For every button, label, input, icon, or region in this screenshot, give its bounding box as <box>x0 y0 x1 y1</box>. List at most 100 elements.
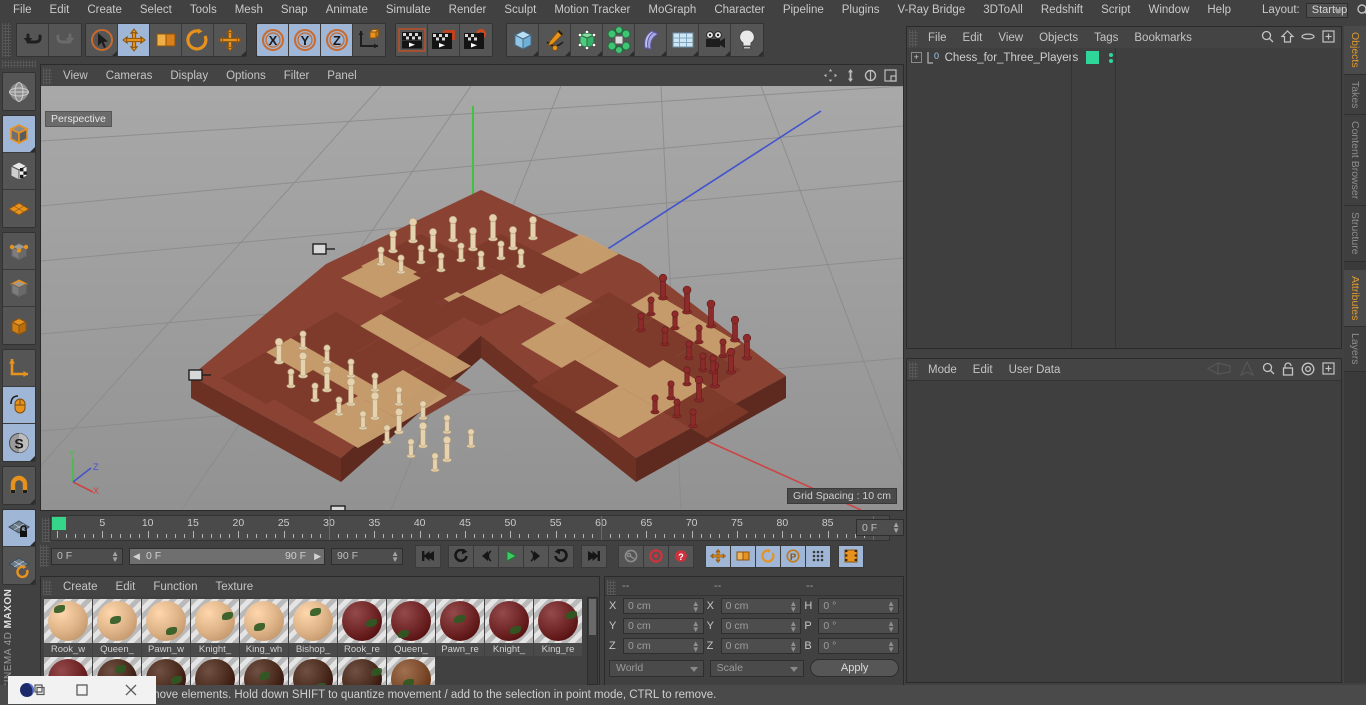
menu-item-simulate[interactable]: Simulate <box>377 0 440 20</box>
menu-item-snap[interactable]: Snap <box>272 0 317 20</box>
pla-key-button[interactable]: P <box>780 544 806 568</box>
coord-position-field[interactable]: 0 cm ▲ ▼ <box>623 638 704 654</box>
spinner-arrows-icon[interactable]: ▲ ▼ <box>692 620 700 634</box>
viewport-solo-icon[interactable] <box>3 387 35 424</box>
material-swatch[interactable] <box>240 657 288 685</box>
material-item[interactable]: Pawn_re <box>436 599 484 656</box>
coord-size-field[interactable]: 0 cm ▲ ▼ <box>720 638 802 654</box>
camera-icon[interactable] <box>699 24 732 56</box>
dolly-icon[interactable] <box>844 69 857 82</box>
material-item[interactable] <box>289 657 337 685</box>
material-swatch[interactable] <box>338 599 386 643</box>
material-grid[interactable]: Rook_w Queen_ Pawn_w Knight_ King_wh Bishop_ R… <box>41 596 597 685</box>
leftbar-grip[interactable] <box>2 60 36 68</box>
menu-item-pipeline[interactable]: Pipeline <box>774 0 833 20</box>
previous-key-button[interactable] <box>448 544 474 568</box>
object-row[interactable]: +0 Chess_for_Three_Players <box>907 48 1341 67</box>
material-menu-item-edit[interactable]: Edit <box>107 581 145 593</box>
close-window-icon[interactable] <box>107 676 156 704</box>
rotate-icon[interactable] <box>864 69 877 82</box>
coord-position-field[interactable]: 0 cm ▲ ▼ <box>623 618 704 634</box>
viewport-menu-item-panel[interactable]: Panel <box>318 70 365 82</box>
viewport-3d-scene[interactable] <box>41 86 903 510</box>
viewport-menu-item-view[interactable]: View <box>54 70 97 82</box>
target-icon[interactable] <box>1301 362 1315 376</box>
move-alt-tool-button[interactable] <box>214 24 247 56</box>
menu-item-render[interactable]: Render <box>440 0 496 20</box>
render-picture-viewer-icon[interactable] <box>428 24 461 56</box>
material-item[interactable]: King_re <box>534 599 582 656</box>
vtab-structure[interactable]: Structure <box>1344 206 1366 262</box>
object-manager-grip[interactable] <box>909 30 918 47</box>
spline-pen-icon[interactable] <box>539 24 572 56</box>
texture-mode-icon[interactable] <box>3 153 35 190</box>
object-menu-item-file[interactable]: File <box>920 32 955 44</box>
expander-icon[interactable]: + <box>911 52 922 63</box>
material-item[interactable]: Knight_ <box>191 599 239 656</box>
material-scrollbar[interactable] <box>587 597 598 685</box>
material-item[interactable]: King_wh <box>240 599 288 656</box>
material-item[interactable] <box>387 657 435 685</box>
up-arrow-icon[interactable] <box>1239 361 1255 376</box>
material-item[interactable]: Rook_w <box>44 599 92 656</box>
spinner-arrows-icon[interactable]: ▲ ▼ <box>887 620 895 634</box>
soft-selection-icon[interactable]: S <box>3 424 35 461</box>
model-mode-icon[interactable] <box>3 116 35 153</box>
vtab-content-browser[interactable]: Content Browser <box>1344 115 1366 207</box>
material-swatch[interactable] <box>387 657 435 685</box>
material-swatch[interactable] <box>338 657 386 685</box>
search-icon[interactable] <box>1261 30 1274 43</box>
coord-system-select[interactable]: World <box>609 659 704 677</box>
vtab-objects[interactable]: Objects <box>1344 26 1366 75</box>
menu-item-mograph[interactable]: MoGraph <box>639 0 705 20</box>
viewport-menu-item-display[interactable]: Display <box>161 70 217 82</box>
layout-select[interactable]: Startup <box>1305 2 1349 18</box>
toolbar-grip[interactable] <box>2 23 11 57</box>
range-left-arrow-icon[interactable]: ◀ <box>133 551 140 562</box>
attribute-menu-item-user-data[interactable]: User Data <box>1001 364 1069 376</box>
polygons-mode-icon[interactable] <box>3 307 35 344</box>
material-swatch[interactable] <box>191 599 239 643</box>
vtab-attributes[interactable]: Attributes <box>1344 269 1366 328</box>
axis-z-icon[interactable]: Z <box>321 24 354 56</box>
coord-size-field[interactable]: 0 cm ▲ ▼ <box>720 598 802 614</box>
material-swatch[interactable] <box>240 599 288 643</box>
spinner-arrows-icon[interactable]: ▲ ▼ <box>887 640 895 654</box>
material-item[interactable]: Bishop_ <box>289 599 337 656</box>
menu-item-redshift[interactable]: Redshift <box>1032 0 1092 20</box>
material-item[interactable]: Pawn_w <box>142 599 190 656</box>
material-swatch[interactable] <box>289 599 337 643</box>
menu-item-plugins[interactable]: Plugins <box>833 0 889 20</box>
object-menu-item-view[interactable]: View <box>990 32 1031 44</box>
material-grip[interactable] <box>43 580 52 595</box>
world-object-coord-icon[interactable] <box>353 24 386 56</box>
array-icon[interactable] <box>603 24 636 56</box>
go-to-end-button[interactable] <box>581 544 607 568</box>
menu-item-mesh[interactable]: Mesh <box>226 0 272 20</box>
axis-x-icon[interactable]: X <box>257 24 290 56</box>
coord-size-field[interactable]: 0 cm ▲ ▼ <box>720 618 802 634</box>
scale-tool-button[interactable] <box>150 24 183 56</box>
nurbs-icon[interactable] <box>571 24 604 56</box>
keyframe-selection-button[interactable]: ? <box>668 544 694 568</box>
rotate-tool-button[interactable] <box>182 24 215 56</box>
material-swatch[interactable] <box>93 599 141 643</box>
pan-icon[interactable] <box>824 69 837 82</box>
coord-rotation-field[interactable]: 0 ° ▲ ▼ <box>818 598 900 614</box>
layer-color-swatch[interactable] <box>1086 51 1099 64</box>
object-menu-item-tags[interactable]: Tags <box>1086 32 1126 44</box>
viewport-canvas[interactable]: Perspective Grid Spacing : 10 cm Y Z X <box>41 86 903 510</box>
material-swatch[interactable] <box>289 657 337 685</box>
viewport-grip[interactable] <box>43 68 52 85</box>
previous-frame-button[interactable] <box>473 544 499 568</box>
attribute-manager-grip[interactable] <box>909 362 918 379</box>
apply-button[interactable]: Apply <box>810 659 900 677</box>
visibility-dots-icon[interactable] <box>1107 51 1115 65</box>
edges-mode-icon[interactable] <box>3 270 35 307</box>
material-swatch[interactable] <box>534 599 582 643</box>
menu-item-tools[interactable]: Tools <box>181 0 226 20</box>
material-menu-item-function[interactable]: Function <box>144 581 206 593</box>
menu-item-animate[interactable]: Animate <box>317 0 377 20</box>
bend-deformer-icon[interactable] <box>635 24 668 56</box>
viewport-menu-item-filter[interactable]: Filter <box>275 70 319 82</box>
